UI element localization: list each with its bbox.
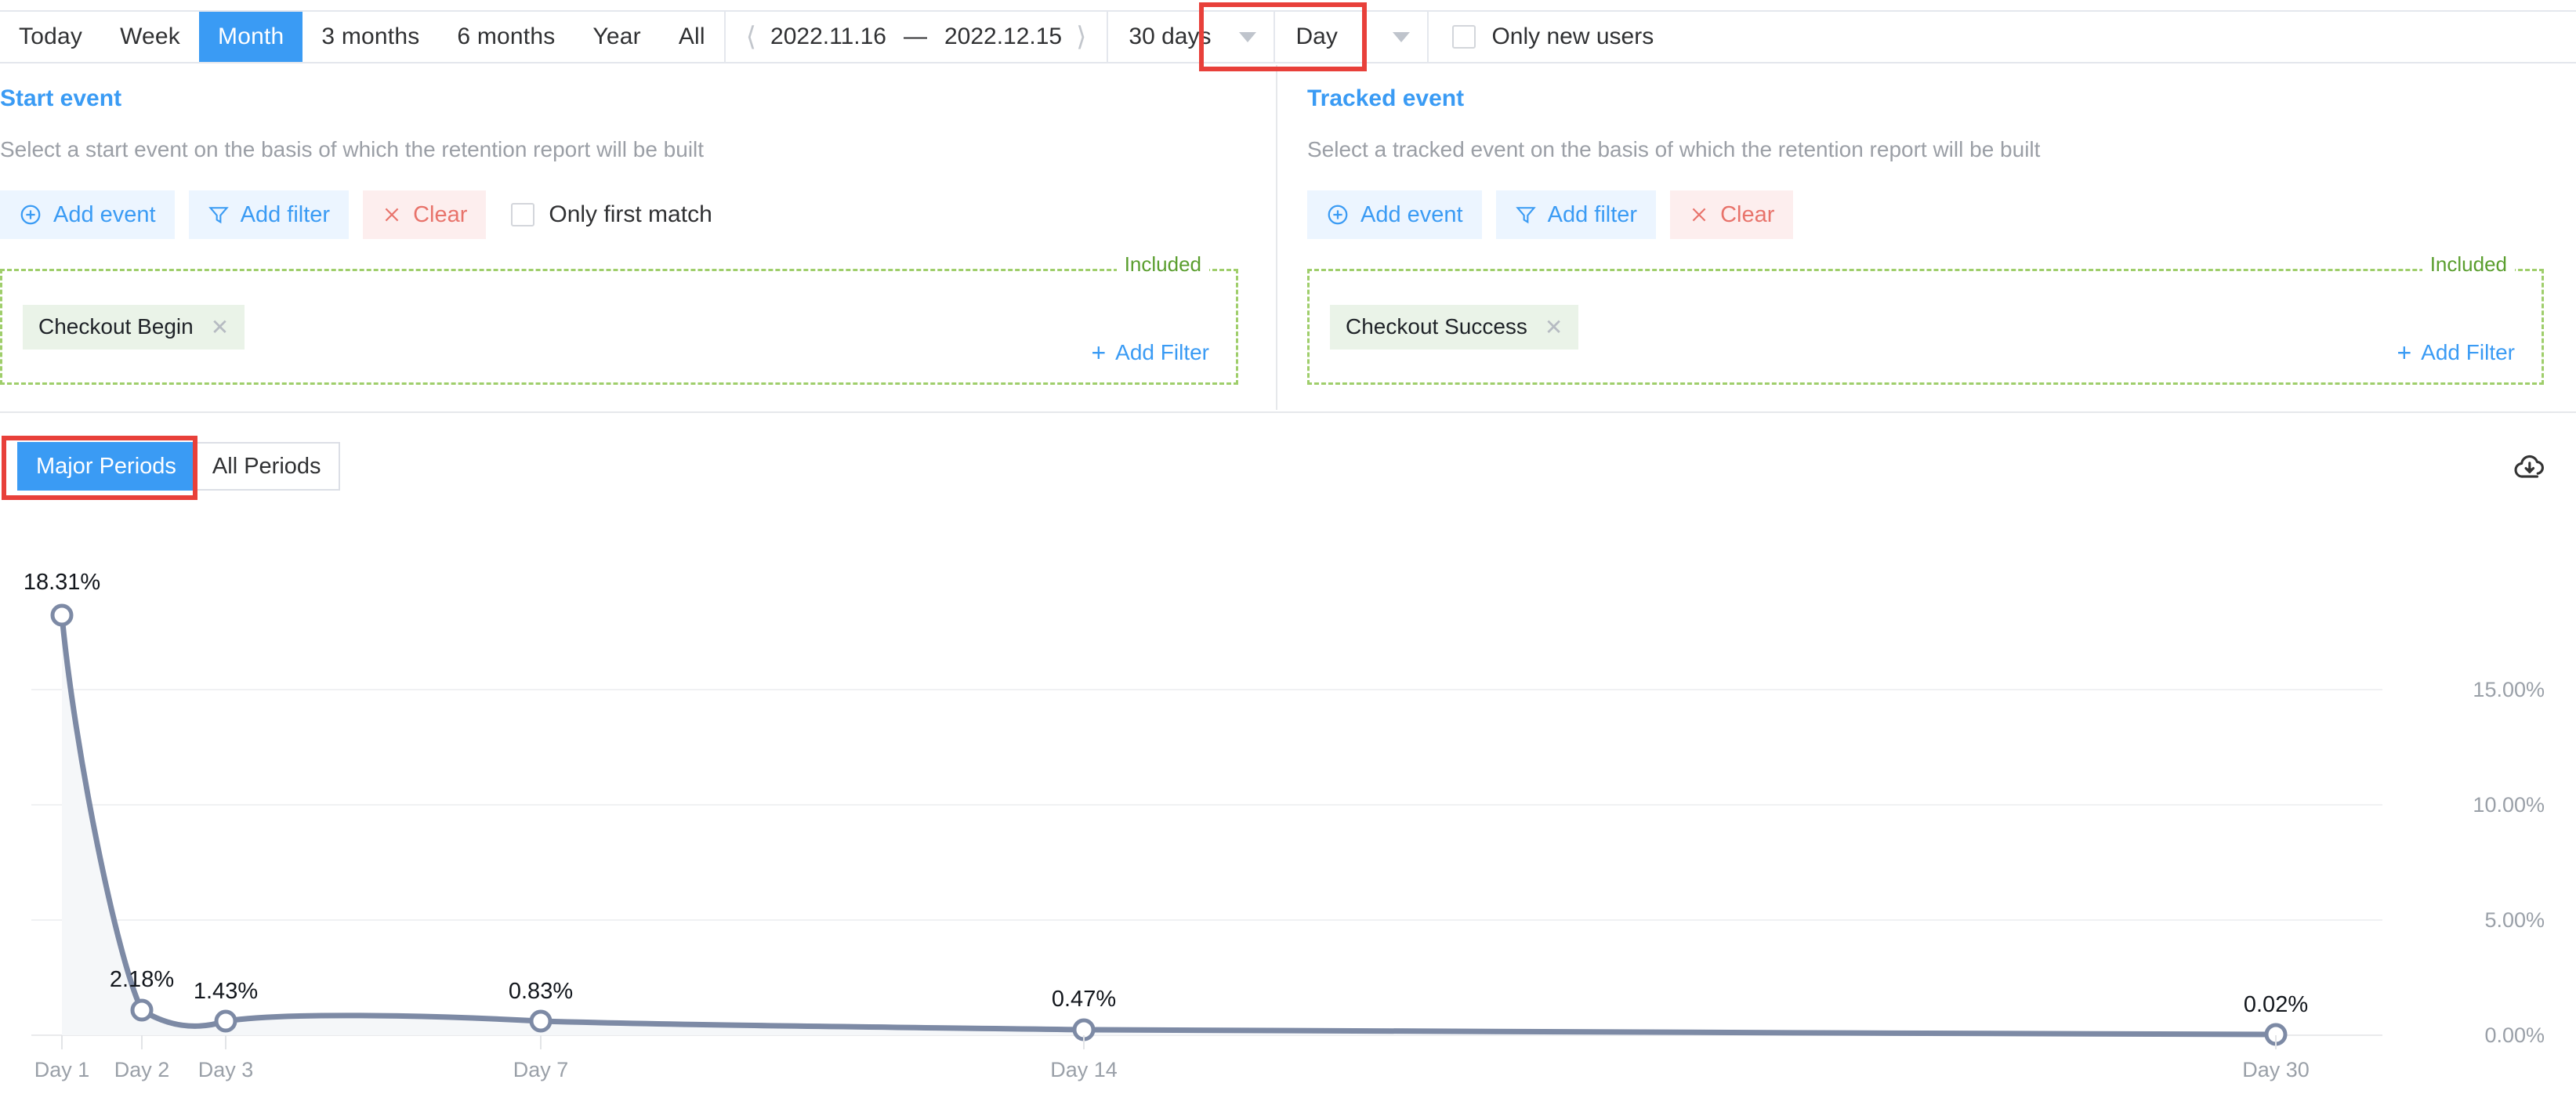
- retention-report-page: Today Week Month 3 months 6 months Year …: [0, 0, 2576, 1094]
- tracked-event-actions: Add event Add filter Clear: [1307, 190, 2576, 239]
- start-event-panel: Start event Select a start event on the …: [0, 65, 1277, 410]
- chip-remove-icon[interactable]: ✕: [1545, 314, 1563, 340]
- plus-circle-icon: [19, 203, 42, 226]
- tracked-included-label: Included: [2422, 254, 2515, 274]
- data-label-day-2: 2.18%: [110, 967, 174, 992]
- start-event-chip[interactable]: Checkout Begin ✕: [23, 304, 245, 350]
- retention-line-chart: 18.31% 2.18% 1.43% 0.83% 0.47% 0.02% Day…: [0, 491, 2576, 1094]
- ytick-label-0: 0.00%: [2484, 1023, 2545, 1047]
- plus-icon: +: [1091, 339, 1107, 367]
- window-size-value: 30 days: [1129, 24, 1212, 49]
- date-range-start: 2022.11.16: [770, 24, 886, 49]
- window-size-select[interactable]: 30 days: [1108, 12, 1276, 62]
- tracked-add-event-button[interactable]: Add event: [1307, 190, 1482, 239]
- data-label-day-14: 0.47%: [1052, 987, 1116, 1012]
- chevron-down-icon: [1239, 31, 1257, 42]
- ytick-label-10: 10.00%: [2473, 793, 2545, 817]
- only-new-users-checkbox[interactable]: [1452, 25, 1476, 49]
- top-toolbar: Today Week Month 3 months 6 months Year …: [0, 10, 2576, 63]
- chip-remove-icon[interactable]: ✕: [211, 314, 229, 340]
- granularity-select[interactable]: Day: [1275, 12, 1429, 62]
- chart-line: [59, 612, 2279, 1038]
- tracked-add-event-label: Add event: [1360, 201, 1463, 227]
- tracked-add-filter-link[interactable]: + Add Filter: [2397, 340, 2515, 365]
- date-range-separator: —: [903, 24, 927, 49]
- date-range-segmented-control: Today Week Month 3 months 6 months Year …: [0, 12, 726, 62]
- start-add-event-label: Add event: [53, 201, 156, 227]
- only-first-match-checkbox[interactable]: [511, 203, 535, 226]
- range-button-year[interactable]: Year: [574, 12, 660, 62]
- granularity-value: Day: [1295, 24, 1338, 49]
- tracked-event-included-box: Included Checkout Success ✕ + Add Filter: [1307, 254, 2544, 385]
- xlabel-day-2: Day 2: [114, 1058, 170, 1081]
- only-new-users-label: Only new users: [1491, 24, 1654, 49]
- start-clear-button[interactable]: Clear: [363, 190, 487, 239]
- xlabel-day-3: Day 3: [198, 1058, 254, 1081]
- only-first-match-label: Only first match: [549, 201, 712, 227]
- tracked-event-panel: Tracked event Select a tracked event on …: [1277, 65, 2576, 410]
- tracked-add-filter-label: Add filter: [1547, 201, 1638, 227]
- ytick-label-15: 15.00%: [2473, 678, 2545, 701]
- data-label-day-1: 18.31%: [24, 570, 100, 595]
- chevron-down-icon: [1393, 31, 1411, 42]
- close-x-icon: [1689, 205, 1709, 225]
- tracked-add-filter-button[interactable]: Add filter: [1495, 190, 1657, 239]
- period-tabs: Major Periods All Periods: [17, 442, 340, 491]
- range-button-today[interactable]: Today: [0, 12, 102, 62]
- tab-all-periods[interactable]: All Periods: [194, 442, 340, 491]
- data-label-day-7: 0.83%: [509, 979, 573, 1004]
- xlabel-day-1: Day 1: [34, 1058, 90, 1081]
- start-add-filter-label: Add filter: [240, 201, 331, 227]
- data-point-day-1: [50, 603, 74, 627]
- start-clear-label: Clear: [413, 201, 468, 227]
- funnel-icon: [208, 204, 230, 226]
- start-event-title: Start event: [0, 85, 122, 111]
- retention-chart-section: Major Periods All Periods 18.31% 2.18% 1…: [0, 411, 2576, 1094]
- tracked-event-chip[interactable]: Checkout Success ✕: [1330, 304, 1579, 350]
- data-point-day-7: [529, 1009, 553, 1033]
- tracked-event-subtitle: Select a tracked event on the basis of w…: [1307, 137, 2041, 161]
- data-label-day-30: 0.02%: [2244, 992, 2308, 1017]
- xlabel-day-30: Day 30: [2242, 1058, 2310, 1081]
- chevron-left-icon[interactable]: ⟨: [746, 24, 756, 50]
- tracked-add-filter-link-label: Add Filter: [2421, 340, 2515, 364]
- plus-icon: +: [2397, 339, 2412, 367]
- range-button-all[interactable]: All: [659, 12, 724, 62]
- start-included-label: Included: [1116, 254, 1209, 274]
- start-add-filter-link[interactable]: + Add Filter: [1091, 340, 1209, 365]
- tracked-event-title: Tracked event: [1307, 85, 1465, 111]
- cloud-download-icon[interactable]: [2512, 451, 2548, 486]
- data-point-day-2: [130, 998, 154, 1022]
- start-add-event-button[interactable]: Add event: [0, 190, 175, 239]
- date-range-navigator: ⟨ 2022.11.16 — 2022.12.15 ⟩: [726, 12, 1109, 62]
- start-add-filter-link-label: Add Filter: [1115, 340, 1209, 364]
- range-button-month[interactable]: Month: [199, 12, 303, 62]
- only-first-match-checkbox-group[interactable]: Only first match: [511, 201, 712, 228]
- data-point-day-3: [214, 1009, 237, 1033]
- range-button-6-months[interactable]: 6 months: [438, 12, 574, 62]
- start-add-filter-button[interactable]: Add filter: [188, 190, 350, 239]
- date-range-end: 2022.12.15: [944, 24, 1063, 49]
- tracked-clear-label: Clear: [1720, 201, 1775, 227]
- plus-circle-icon: [1326, 203, 1350, 226]
- tracked-event-chip-label: Checkout Success: [1346, 314, 1527, 339]
- start-event-subtitle: Select a start event on the basis of whi…: [0, 137, 705, 161]
- tab-major-periods[interactable]: Major Periods: [17, 442, 195, 491]
- chart-area-fill: [62, 615, 2276, 1035]
- xlabel-day-14: Day 14: [1050, 1058, 1118, 1081]
- range-button-3-months[interactable]: 3 months: [303, 12, 439, 62]
- start-event-included-box: Included Checkout Begin ✕ + Add Filter: [0, 254, 1238, 385]
- data-label-day-3: 1.43%: [194, 979, 258, 1004]
- close-x-icon: [382, 205, 402, 225]
- funnel-icon: [1515, 204, 1537, 226]
- event-config-panels: Start event Select a start event on the …: [0, 65, 2576, 410]
- xlabel-day-7: Day 7: [513, 1058, 569, 1081]
- range-button-week[interactable]: Week: [101, 12, 200, 62]
- chevron-right-icon[interactable]: ⟩: [1076, 24, 1086, 50]
- start-event-actions: Add event Add filter Clear Only first ma…: [0, 190, 1276, 239]
- only-new-users-checkbox-group[interactable]: Only new users: [1429, 12, 1677, 62]
- ytick-label-5: 5.00%: [2484, 908, 2545, 932]
- tracked-clear-button[interactable]: Clear: [1670, 190, 1794, 239]
- start-event-chip-label: Checkout Begin: [38, 314, 194, 339]
